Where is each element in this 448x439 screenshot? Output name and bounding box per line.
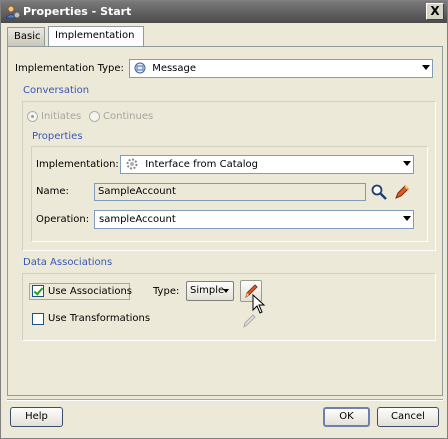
chevron-down-icon: [223, 289, 229, 293]
type-label: Type:: [153, 286, 180, 297]
implementation-type-value: Message: [152, 63, 197, 74]
implementation-combo[interactable]: Interface from Catalog: [120, 155, 414, 174]
tab-implementation-label: Implementation: [55, 30, 135, 41]
implementation-label: Implementation:: [36, 159, 119, 170]
name-label: Name:: [36, 186, 69, 197]
cancel-button-label: Cancel: [391, 411, 425, 422]
implementation-value: Interface from Catalog: [145, 159, 258, 170]
close-button[interactable]: X: [426, 3, 444, 20]
close-icon: X: [430, 4, 440, 18]
use-transformations-label: Use Transformations: [48, 313, 151, 324]
data-associations-section-title: Data Associations: [23, 257, 113, 268]
cancel-button[interactable]: Cancel: [377, 407, 439, 427]
title-bar: Properties - Start X: [1, 1, 447, 23]
implementation-panel: Implementation Type: Message Conversatio…: [7, 46, 443, 396]
chevron-down-icon: [403, 216, 411, 221]
operation-value: sampleAccount: [99, 214, 176, 225]
use-transformations-checkbox[interactable]: [32, 313, 44, 325]
window-title: Properties - Start: [23, 5, 132, 18]
ok-button[interactable]: OK: [323, 407, 370, 427]
use-associations-label: Use Associations: [48, 286, 133, 297]
properties-section-title: Properties: [32, 131, 83, 142]
search-icon[interactable]: [370, 183, 388, 201]
continues-radio[interactable]: [89, 111, 100, 122]
chevron-down-icon: [403, 161, 411, 166]
tab-implementation[interactable]: Implementation: [48, 26, 144, 47]
continues-label: Continues: [103, 111, 154, 122]
ok-button-label: OK: [339, 411, 354, 422]
edit-icon[interactable]: [393, 183, 411, 201]
type-combo[interactable]: Simple: [186, 281, 234, 301]
implementation-type-label: Implementation Type:: [15, 63, 124, 74]
initiates-radio[interactable]: [27, 111, 38, 122]
operation-combo[interactable]: sampleAccount: [94, 210, 414, 229]
help-button-label: Help: [25, 411, 48, 422]
message-icon: [134, 62, 146, 74]
arrow-cursor-icon: [252, 294, 266, 314]
properties-dialog: Properties - Start X Basic Implementatio…: [0, 0, 448, 439]
gear-icon: [126, 158, 138, 170]
footer-divider: [7, 399, 443, 401]
conversation-section-title: Conversation: [23, 85, 90, 96]
use-associations-checkbox[interactable]: [32, 285, 44, 297]
tab-basic-label: Basic: [14, 31, 41, 42]
name-value: SampleAccount: [98, 186, 176, 197]
initiates-label: Initiates: [41, 111, 82, 122]
operation-label: Operation:: [36, 214, 90, 225]
tab-basic[interactable]: Basic: [7, 27, 45, 46]
implementation-type-combo[interactable]: Message: [129, 59, 433, 78]
type-value: Simple: [190, 285, 225, 296]
app-icon: [5, 5, 21, 19]
help-button[interactable]: Help: [10, 407, 63, 427]
chevron-down-icon: [422, 65, 430, 70]
name-field[interactable]: SampleAccount: [94, 183, 366, 201]
